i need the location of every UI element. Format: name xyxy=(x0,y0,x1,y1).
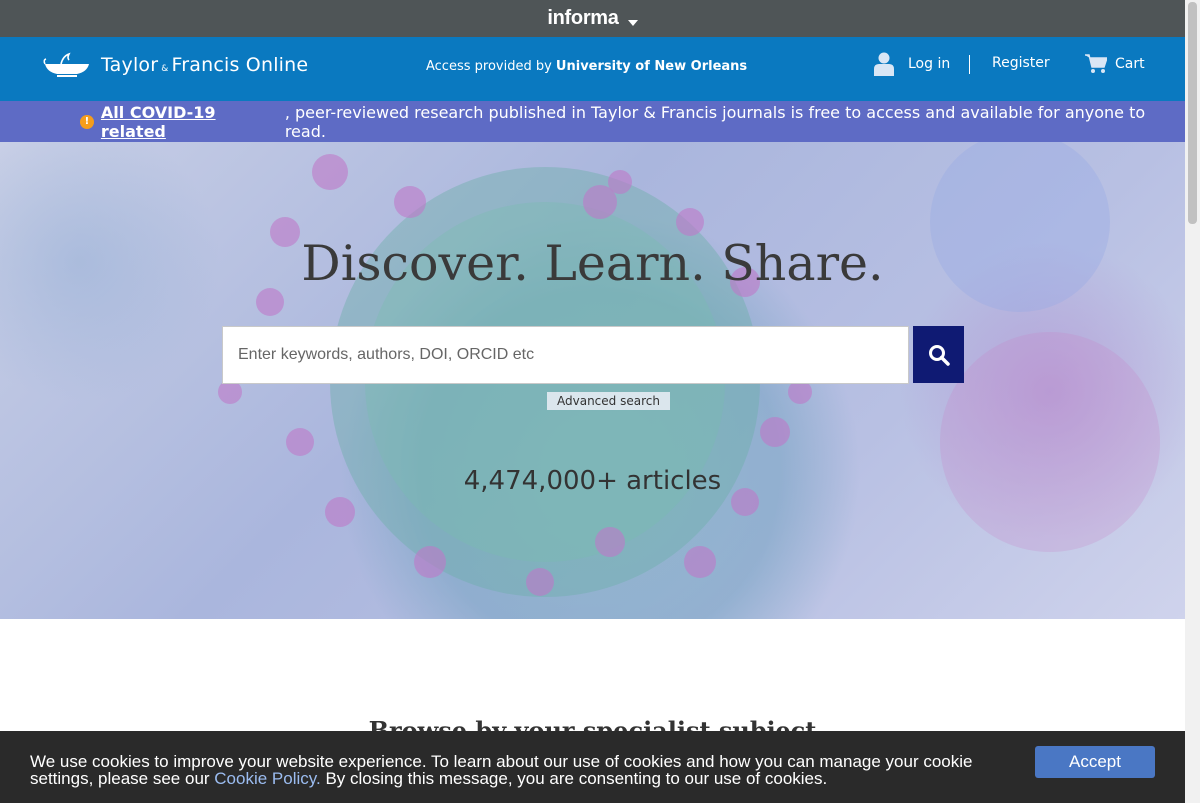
brand-name: Taylor & Francis Online xyxy=(101,54,308,76)
cookie-policy-link[interactable]: Cookie Policy. xyxy=(214,769,320,788)
access-prefix: Access provided by xyxy=(426,59,556,74)
hero-title: Discover. Learn. Share. xyxy=(301,235,884,292)
brand-name-part1: Taylor xyxy=(101,54,159,76)
covid-banner: ! All COVID-19 related, peer-reviewed re… xyxy=(0,101,1185,142)
login-link[interactable]: Log in xyxy=(874,52,950,76)
covid-link[interactable]: All COVID-19 related xyxy=(101,103,285,141)
informa-logo[interactable]: informa xyxy=(547,7,619,30)
covid-banner-text: , peer-reviewed research published in Ta… xyxy=(284,102,1146,141)
informa-bar: informa xyxy=(0,0,1185,37)
cookie-banner: We use cookies to improve your website e… xyxy=(0,731,1185,803)
scrollbar-thumb[interactable] xyxy=(1188,2,1197,224)
cart-link[interactable]: Cart xyxy=(1085,54,1145,74)
search-icon xyxy=(928,344,950,366)
login-label: Log in xyxy=(908,56,951,72)
brand-logo-link[interactable]: Taylor & Francis Online xyxy=(43,50,308,80)
cart-label: Cart xyxy=(1115,56,1145,72)
site-header: Taylor & Francis Online Access provided by… xyxy=(0,37,1185,101)
cart-icon xyxy=(1085,54,1107,73)
lamp-logo-icon xyxy=(43,52,89,77)
search-input[interactable] xyxy=(222,326,909,384)
register-link[interactable]: Register xyxy=(992,55,1050,71)
advanced-search-link[interactable]: Advanced search xyxy=(547,392,670,410)
search-button[interactable] xyxy=(913,326,964,383)
warning-icon: ! xyxy=(80,114,94,129)
user-icon xyxy=(874,52,894,76)
cookie-message: We use cookies to improve your website e… xyxy=(30,753,1010,787)
hero: Discover. Learn. Share. Advanced search … xyxy=(0,142,1185,619)
chevron-down-icon[interactable] xyxy=(627,19,638,26)
brand-name-amp: & xyxy=(161,64,169,74)
accept-cookies-button[interactable]: Accept xyxy=(1035,746,1155,778)
access-provided: Access provided by University of New Orl… xyxy=(426,59,747,74)
access-institution: University of New Orleans xyxy=(555,59,748,74)
cookie-text-after: By closing this message, you are consent… xyxy=(320,769,828,788)
scrollbar[interactable] xyxy=(1185,0,1200,803)
article-count: 4,474,000+ articles xyxy=(463,466,722,496)
nav-divider xyxy=(969,55,970,74)
brand-name-part2: Francis Online xyxy=(171,54,309,76)
